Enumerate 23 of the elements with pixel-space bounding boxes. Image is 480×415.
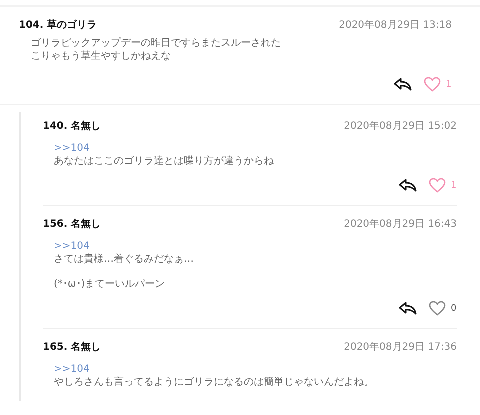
reply-author: 140. 名無し: [43, 121, 102, 133]
reply-icon[interactable]: [399, 302, 417, 315]
reply-text: (*･ω･)まてーいルパーン: [54, 278, 166, 291]
reply-icon[interactable]: [399, 179, 417, 192]
reply-icon[interactable]: [394, 78, 412, 91]
reply-date: 2020年08月29日 17:36: [344, 342, 457, 354]
heart-icon[interactable]: [429, 301, 446, 316]
comment-author: 104. 草のゴリラ: [19, 20, 98, 32]
reply-date: 2020年08月29日 16:43: [344, 219, 457, 231]
reply-date: 2020年08月29日 15:02: [344, 121, 457, 133]
reply-reference-link[interactable]: >>104: [54, 241, 90, 253]
reply-reference-link[interactable]: >>104: [54, 364, 90, 376]
like-count: 0: [451, 304, 457, 314]
reply-author: 156. 名無し: [43, 219, 102, 231]
reply-text: やしろさんも言ってるようにゴリラになるのは簡単じゃないんだよね。: [54, 376, 375, 389]
like-count: 1: [451, 180, 457, 190]
like-count: 1: [446, 80, 452, 90]
reply-reference-link[interactable]: >>104: [54, 143, 90, 155]
comment-date: 2020年08月29日 13:18: [339, 20, 452, 32]
reply-text: さては貴様…着ぐるみだなぁ…: [54, 253, 195, 266]
reply-text: あなたはここのゴリラ達とは喋り方が違うからね: [54, 155, 275, 168]
reply-author: 165. 名無し: [43, 342, 102, 354]
comment-text: ゴリラピックアップデーの昨日ですらまたスルーされた こりゃもう草生やすしかねえな: [31, 37, 282, 63]
